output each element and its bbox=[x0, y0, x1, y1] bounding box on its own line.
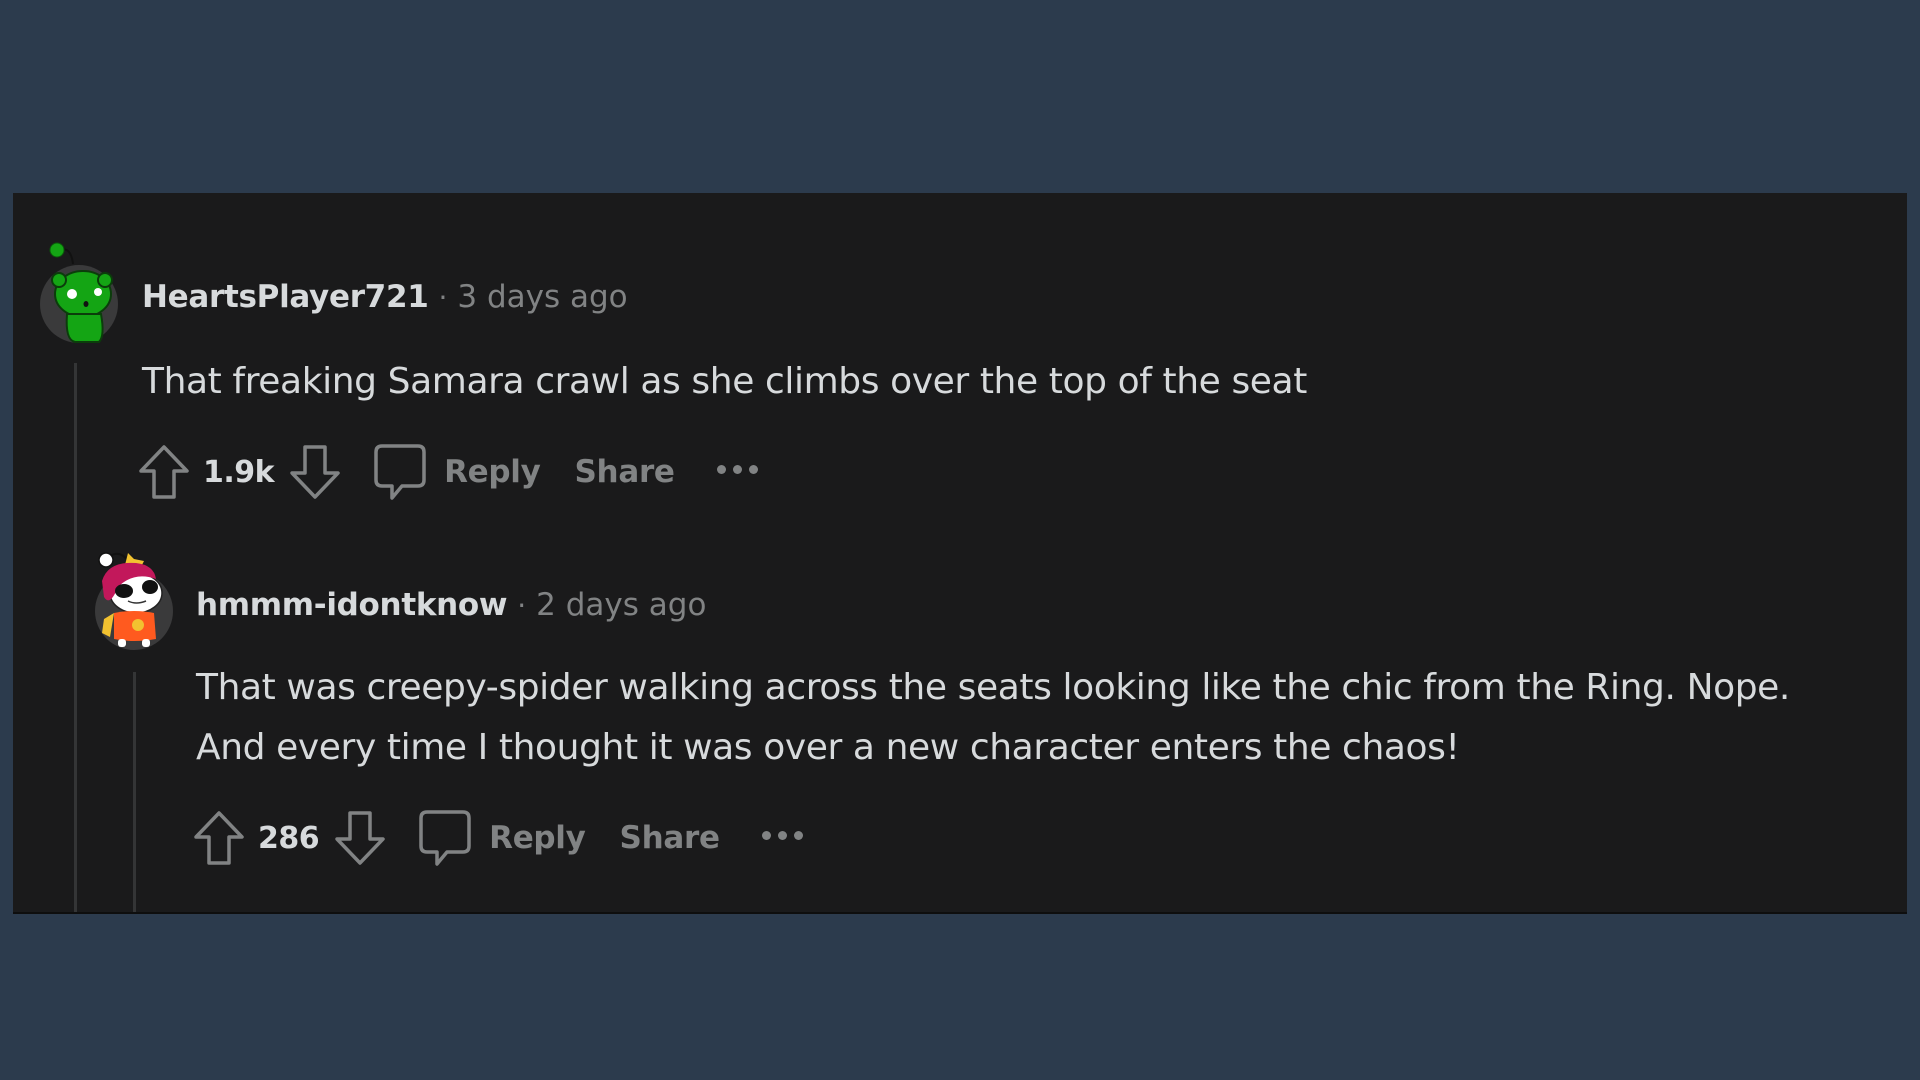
comment-actions: 286 Reply Share bbox=[192, 806, 803, 870]
comment-thread-panel: HeartsPlayer721 · 3 days ago That freaki… bbox=[13, 193, 1907, 914]
upvote-button[interactable] bbox=[192, 809, 246, 867]
thread-line-level-2[interactable] bbox=[133, 672, 136, 912]
reply-button[interactable]: Reply bbox=[489, 820, 586, 856]
upvote-icon bbox=[139, 445, 189, 499]
downvote-icon bbox=[335, 811, 385, 865]
vote-count: 286 bbox=[258, 820, 320, 856]
separator-dot: · bbox=[438, 281, 448, 314]
upvote-button[interactable] bbox=[137, 443, 191, 501]
green-snoo-avatar-icon bbox=[40, 242, 118, 343]
comment-header: hmmm-idontknow · 2 days ago bbox=[196, 587, 706, 623]
thread-line-level-1[interactable] bbox=[74, 363, 77, 912]
red-hair-sunglasses-snoo-avatar-icon bbox=[95, 552, 173, 650]
more-options-icon bbox=[761, 830, 771, 840]
reply-button[interactable]: Reply bbox=[444, 454, 541, 490]
more-options-icon bbox=[777, 830, 787, 840]
more-options-icon bbox=[716, 464, 726, 474]
comment-bubble-icon bbox=[419, 810, 471, 866]
comment-body-line: That was creepy-spider walking across th… bbox=[196, 667, 1790, 708]
comment-body: That was creepy-spider walking across th… bbox=[196, 658, 1790, 778]
comment-button[interactable] bbox=[417, 808, 473, 868]
username-link[interactable]: hmmm-idontknow bbox=[196, 587, 508, 623]
user-avatar[interactable] bbox=[94, 547, 174, 651]
more-options-icon bbox=[748, 464, 758, 474]
downvote-icon bbox=[290, 445, 340, 499]
comment-body-line: And every time I thought it was over a n… bbox=[196, 727, 1460, 768]
comment-actions: 1.9k Reply Share bbox=[137, 440, 758, 504]
comment-body-line: That freaking Samara crawl as she climbs… bbox=[142, 361, 1307, 402]
more-options-icon bbox=[732, 464, 742, 474]
user-avatar[interactable] bbox=[39, 240, 119, 344]
username-link[interactable]: HeartsPlayer721 bbox=[142, 279, 429, 315]
upvote-icon bbox=[194, 811, 244, 865]
timestamp[interactable]: 2 days ago bbox=[536, 587, 706, 623]
more-options-icon bbox=[793, 830, 803, 840]
comment-header: HeartsPlayer721 · 3 days ago bbox=[142, 279, 628, 315]
more-options-button[interactable] bbox=[716, 464, 758, 474]
downvote-button[interactable] bbox=[333, 809, 387, 867]
more-options-button[interactable] bbox=[761, 830, 803, 840]
downvote-button[interactable] bbox=[288, 443, 342, 501]
comment-bubble-icon bbox=[374, 444, 426, 500]
separator-dot: · bbox=[517, 589, 527, 622]
share-button[interactable]: Share bbox=[575, 454, 675, 490]
timestamp[interactable]: 3 days ago bbox=[457, 279, 627, 315]
vote-count: 1.9k bbox=[203, 454, 275, 490]
comment-body: That freaking Samara crawl as she climbs… bbox=[142, 352, 1307, 412]
share-button[interactable]: Share bbox=[620, 820, 720, 856]
comment-button[interactable] bbox=[372, 442, 428, 502]
